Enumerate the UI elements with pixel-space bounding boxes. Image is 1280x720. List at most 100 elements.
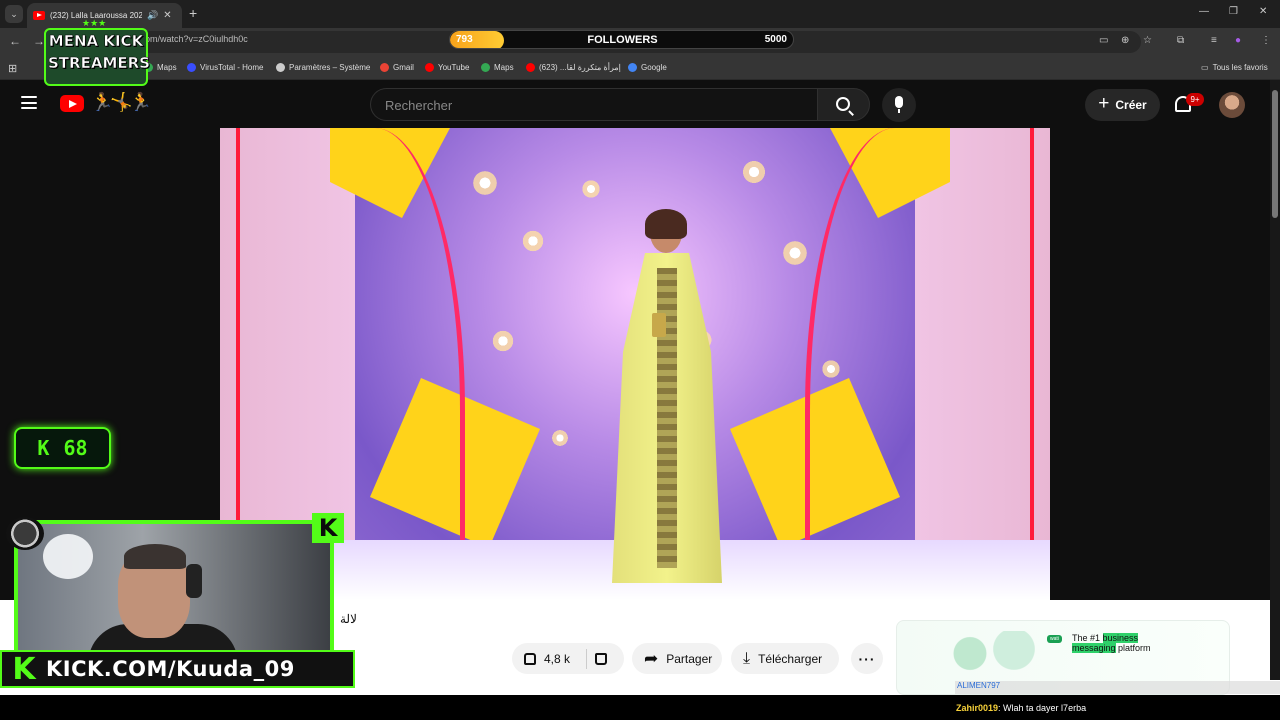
search-button[interactable]: [817, 88, 870, 121]
streamer-webcam: [14, 520, 334, 660]
thumbs-up-icon[interactable]: [524, 652, 536, 665]
folder-icon: ▭: [1201, 63, 1209, 72]
more-actions-button[interactable]: ···: [851, 643, 883, 674]
thumbs-down-icon[interactable]: [595, 652, 608, 665]
download-label: Télécharger: [758, 651, 823, 666]
bookmark-youtube-video[interactable]: إمرأة متكررة لقا... (623): [526, 63, 621, 72]
bookmarks-bar: ⊞ Maps VirusTotal - Home Paramètres – Sy…: [0, 56, 1280, 80]
logo-line-2: STREAMERS: [48, 54, 150, 73]
media-icon[interactable]: ≡: [1211, 35, 1217, 46]
chat-text: : Wlah ta dayer l7erba: [998, 703, 1087, 713]
browser-tab-strip: ⌄ (232) Lalla Laaroussa 2026 🔊 ✕ + — ❐ ✕: [0, 0, 1280, 28]
doodle-icon[interactable]: 🏃🤸🏃: [91, 92, 152, 113]
share-icon: ➦: [644, 648, 659, 668]
download-icon: ⤓: [743, 649, 751, 667]
kick-k-icon: K: [12, 651, 36, 687]
bokeh-light: [820, 358, 842, 380]
bokeh-light: [780, 238, 810, 268]
menu-dots-icon[interactable]: ⋮: [1261, 35, 1271, 46]
ad-brand-badge: wati: [1047, 635, 1062, 643]
mena-kick-streamers-logo: ★★★ MENA KICK STREAMERS: [44, 18, 150, 88]
youtube-logo[interactable]: [60, 95, 84, 112]
presenter-figure: [612, 209, 722, 583]
world-map-graphic: [937, 631, 1047, 676]
page-scrollbar[interactable]: [1270, 80, 1280, 680]
viewer-count: 68: [63, 436, 88, 460]
download-button[interactable]: ⤓ Télécharger: [731, 643, 839, 674]
bookmark-google[interactable]: Google: [628, 63, 667, 72]
youtube-icon: [425, 63, 434, 72]
youtube-header: 🏃🤸🏃 Rechercher + Créer 9+: [0, 80, 1280, 128]
scrollbar-thumb[interactable]: [1272, 90, 1278, 218]
screen: ⌄ (232) Lalla Laaroussa 2026 🔊 ✕ + — ❐ ✕…: [0, 0, 1280, 720]
gear-icon: [276, 63, 285, 72]
back-arrow-icon[interactable]: ←: [9, 34, 21, 48]
search-placeholder: Rechercher: [385, 98, 453, 113]
speaker-icon[interactable]: 🔊: [147, 10, 158, 21]
plus-icon: +: [1098, 93, 1110, 114]
microphone-icon: [895, 96, 903, 113]
bokeh-light: [490, 328, 516, 354]
bokeh-light: [550, 428, 570, 448]
maximize-button[interactable]: ❐: [1229, 6, 1238, 17]
apps-grid-icon[interactable]: ⊞: [8, 62, 17, 75]
video-title: لالة: [340, 612, 357, 626]
account-avatar[interactable]: [1219, 92, 1245, 118]
chat-overlay-bar: Zahir0019: Wlah ta dayer l7erba: [0, 695, 1280, 720]
google-icon: [628, 63, 637, 72]
close-window-button[interactable]: ✕: [1259, 6, 1267, 17]
gmail-icon: [380, 63, 389, 72]
tab-search-icon[interactable]: ⌄: [5, 5, 23, 23]
like-dislike-group: 4,8 k: [512, 643, 624, 674]
voice-search-button[interactable]: [882, 88, 916, 122]
extensions-icon[interactable]: ⧉: [1177, 35, 1184, 46]
bookmark-gmail[interactable]: Gmail: [380, 63, 414, 72]
profile-icon[interactable]: ●: [1235, 35, 1241, 46]
create-button[interactable]: + Créer: [1085, 89, 1160, 121]
followers-goal: 5000: [764, 34, 787, 45]
maps-icon: [481, 63, 490, 72]
youtube-icon: [526, 63, 535, 72]
bokeh-light: [740, 158, 768, 186]
kick-url-banner: K KICK.COM/Kuuda_09: [0, 650, 355, 688]
minimize-button[interactable]: —: [1199, 6, 1209, 17]
followers-label: FOLLOWERS: [587, 34, 658, 46]
like-count[interactable]: 4,8 k: [544, 652, 570, 666]
share-button[interactable]: ➦ Partager: [632, 643, 722, 674]
cast-icon[interactable]: ▭: [1099, 35, 1108, 46]
all-bookmarks[interactable]: ▭ Tous les favoris: [1201, 63, 1268, 72]
bookmark-maps-2[interactable]: Maps: [481, 63, 514, 72]
search-input[interactable]: Rechercher: [370, 88, 817, 121]
channel-badge-icon: [6, 517, 44, 550]
bookmark-virustotal[interactable]: VirusTotal - Home: [187, 63, 263, 72]
new-tab-button[interactable]: +: [189, 5, 197, 21]
star-icon[interactable]: ☆: [1143, 35, 1152, 46]
hamburger-menu-icon[interactable]: [21, 96, 37, 109]
trophy-icon: [652, 313, 666, 337]
logo-line-1: MENA KICK: [48, 32, 144, 51]
followers-goal-bar: 793 FOLLOWERS 5000: [449, 30, 794, 49]
video-player[interactable]: [220, 128, 1050, 600]
notification-badge: 9+: [1186, 93, 1204, 106]
ad-headline: The #1 business messaging platform: [1072, 633, 1151, 653]
bokeh-light: [520, 228, 546, 254]
bookmark-youtube[interactable]: YouTube: [425, 63, 469, 72]
viewer-count-box: K 68: [14, 427, 111, 469]
share-label: Partager: [666, 651, 713, 666]
zoom-icon[interactable]: ⊕: [1121, 35, 1129, 46]
bokeh-light: [470, 168, 500, 198]
bookmark-parametres[interactable]: Paramètres – Système: [276, 63, 370, 72]
headset-icon: [186, 564, 202, 598]
chat-message: Zahir0019: Wlah ta dayer l7erba: [956, 703, 1086, 713]
search-icon: [836, 97, 850, 111]
url-text[interactable]: om/watch?v=zC0iulhdh0c: [145, 34, 248, 44]
tab-close-icon[interactable]: ✕: [163, 10, 171, 21]
chat-username: Zahir0019: [956, 703, 999, 713]
kick-icon: K: [37, 436, 50, 460]
bokeh-light: [580, 178, 602, 200]
set-light-right: [1030, 128, 1034, 600]
kick-k-icon: K: [312, 513, 344, 543]
virustotal-icon: [187, 63, 196, 72]
kick-url-text: KICK.COM/Kuuda_09: [46, 657, 295, 681]
chat-preview-line: ALIMEN797: [955, 681, 1280, 694]
